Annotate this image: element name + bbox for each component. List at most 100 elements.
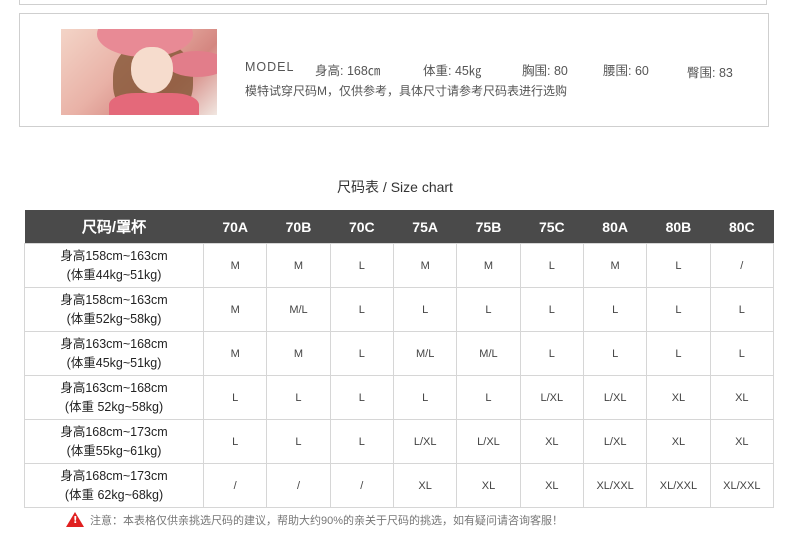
model-note: 模特试穿尺码M，仅供参考，具体尺寸请参考尺码表进行选购 xyxy=(245,84,567,98)
header-col: 70B xyxy=(266,210,331,244)
size-cell: L xyxy=(519,331,584,376)
size-cell: L xyxy=(646,243,711,288)
row-weight-range: (体重52kg~58kg) xyxy=(66,311,162,326)
size-cell: L xyxy=(329,375,394,420)
header-col: 70A xyxy=(203,210,267,244)
size-cell: M/L xyxy=(266,287,331,332)
row-header: 身高168cm~173cm (体重55kg~61kg) xyxy=(24,419,204,464)
size-cell: XL/XXL xyxy=(582,463,648,508)
size-cell: M xyxy=(582,243,648,288)
size-cell: XL xyxy=(709,375,775,420)
size-cell: L xyxy=(202,375,268,420)
row-height-range: 身高163cm~168cm xyxy=(60,336,168,351)
size-cell: XL/XXL xyxy=(709,463,775,508)
row-weight-range: (体重44kg~51kg) xyxy=(66,267,162,282)
size-cell: M xyxy=(202,287,268,332)
size-cell: L/XL xyxy=(582,375,648,420)
row-weight-range: (体重55kg~61kg) xyxy=(66,443,162,458)
size-cell: M xyxy=(202,331,268,376)
size-cell: XL xyxy=(456,463,521,508)
size-chart-warning: ! 注意：本表格仅供亲挑选尺码的建议，帮助大约90%的亲关于尺码的挑选，如有疑问请… xyxy=(66,512,563,528)
header-col: 80A xyxy=(583,210,647,244)
row-header: 身高168cm~173cm (体重 62kg~68kg) xyxy=(24,463,204,508)
size-cell: L xyxy=(329,287,394,332)
size-cell: L xyxy=(392,375,458,420)
size-cell: XL xyxy=(392,463,458,508)
header-col: 70C xyxy=(330,210,394,244)
header-col: 75B xyxy=(456,210,521,244)
row-header: 身高163cm~168cm (体重 52kg~58kg) xyxy=(24,375,204,420)
size-cell: M xyxy=(456,243,521,288)
size-cell: L/XL xyxy=(456,419,521,464)
size-cell: L xyxy=(266,375,331,420)
model-height: 身高: 168㎝ xyxy=(315,64,381,78)
size-cell: L xyxy=(582,287,648,332)
header-size-cup: 尺码/罩杯 xyxy=(24,210,204,244)
header-col: 80C xyxy=(710,210,774,244)
size-cell: M xyxy=(202,243,268,288)
size-cell: L xyxy=(202,419,268,464)
size-cell: / xyxy=(329,463,394,508)
warning-triangle-icon: ! xyxy=(66,512,84,527)
model-photo xyxy=(61,29,217,115)
header-col: 75A xyxy=(393,210,457,244)
size-chart-header-row: 尺码/罩杯 70A 70B 70C 75A 75B 75C 80A 80B 80… xyxy=(24,210,774,244)
size-cell: XL xyxy=(646,375,711,420)
row-weight-range: (体重45kg~51kg) xyxy=(66,355,162,370)
size-chart-title: 尺码表 / Size chart xyxy=(337,179,453,195)
header-col: 80B xyxy=(646,210,711,244)
row-header: 身高158cm~163cm (体重44kg~51kg) xyxy=(24,243,204,288)
size-cell: L xyxy=(709,331,775,376)
size-cell: L/XL xyxy=(392,419,458,464)
row-weight-range: (体重 62kg~68kg) xyxy=(64,487,164,502)
size-cell: L xyxy=(646,331,711,376)
size-cell: L xyxy=(456,287,521,332)
table-row: 身高158cm~163cm (体重52kg~58kg) M M/L L L L L… xyxy=(24,287,775,332)
size-cell: L xyxy=(456,375,521,420)
table-row: 身高168cm~173cm (体重55kg~61kg) L L L L/XL L/… xyxy=(24,419,775,464)
model-hip: 臀围: 83 xyxy=(687,66,733,80)
size-cell: M/L xyxy=(392,331,458,376)
size-cell: L/XL xyxy=(519,375,584,420)
size-cell: L xyxy=(392,287,458,332)
row-height-range: 身高163cm~168cm xyxy=(60,380,168,395)
table-row: 身高168cm~173cm (体重 62kg~68kg) / / / XL XL … xyxy=(24,463,775,508)
size-cell: L/XL xyxy=(582,419,648,464)
header-col: 75C xyxy=(520,210,584,244)
row-weight-range: (体重 52kg~58kg) xyxy=(64,399,164,414)
model-waist: 腰围: 60 xyxy=(603,64,649,78)
size-cell: XL xyxy=(709,419,775,464)
table-row: 身高163cm~168cm (体重 52kg~58kg) L L L L L L/… xyxy=(24,375,775,420)
size-cell: M xyxy=(266,243,331,288)
size-cell: L xyxy=(266,419,331,464)
size-cell: / xyxy=(202,463,268,508)
size-cell: XL xyxy=(519,419,584,464)
model-info-panel: MODEL 身高: 168㎝ 体重: 45㎏ 胸围: 80 腰围: 60 臀围:… xyxy=(19,13,769,127)
size-cell: XL/XXL xyxy=(646,463,711,508)
size-cell: M xyxy=(392,243,458,288)
warning-text: 注意：本表格仅供亲挑选尺码的建议，帮助大约90%的亲关于尺码的挑选，如有疑问请咨… xyxy=(90,515,564,527)
size-cell: L xyxy=(646,287,711,332)
size-cell: L xyxy=(329,243,394,288)
size-cell: XL xyxy=(519,463,584,508)
size-cell: L xyxy=(582,331,648,376)
size-cell: / xyxy=(709,243,775,288)
model-label: MODEL xyxy=(245,60,295,74)
size-cell: L xyxy=(519,287,584,332)
size-chart-table: 尺码/罩杯 70A 70B 70C 75A 75B 75C 80A 80B 80… xyxy=(24,210,775,508)
size-cell: L xyxy=(709,287,775,332)
row-height-range: 身高158cm~163cm xyxy=(60,292,168,307)
size-cell: L xyxy=(329,419,394,464)
size-cell: L xyxy=(329,331,394,376)
size-cell: M xyxy=(266,331,331,376)
size-cell: M/L xyxy=(456,331,521,376)
row-height-range: 身高158cm~163cm xyxy=(60,248,168,263)
size-cell: L xyxy=(519,243,584,288)
table-row: 身高158cm~163cm (体重44kg~51kg) M M L M M L M… xyxy=(24,243,775,288)
model-bust: 胸围: 80 xyxy=(522,64,568,78)
table-row: 身高163cm~168cm (体重45kg~51kg) M M L M/L M/L… xyxy=(24,331,775,376)
row-height-range: 身高168cm~173cm xyxy=(60,424,168,439)
row-header: 身高163cm~168cm (体重45kg~51kg) xyxy=(24,331,204,376)
size-cell: / xyxy=(266,463,331,508)
model-weight: 体重: 45㎏ xyxy=(423,64,482,78)
